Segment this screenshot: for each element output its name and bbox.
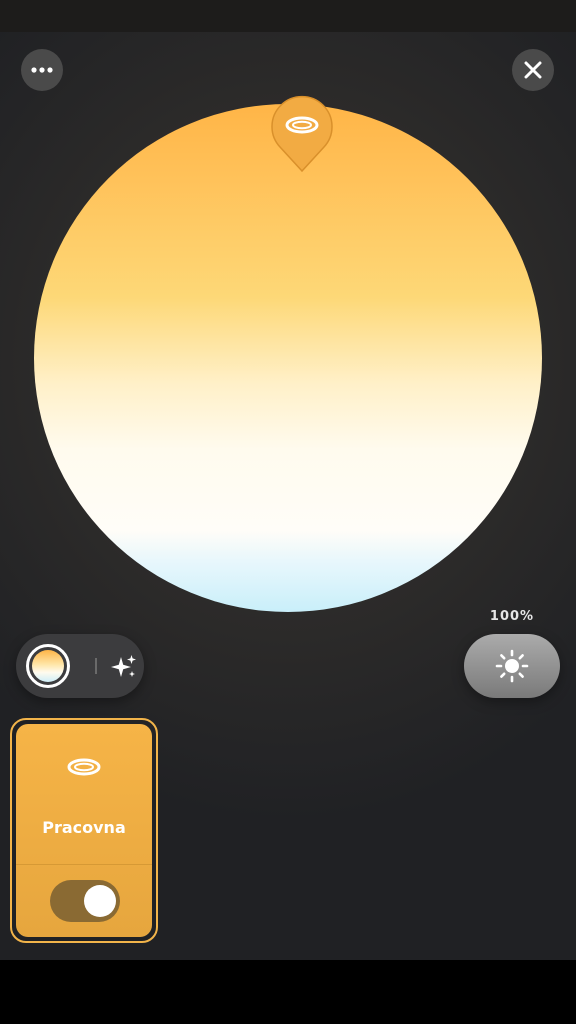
light-card-body: Pracovna xyxy=(16,724,152,937)
more-options-button[interactable] xyxy=(21,49,63,91)
color-mode-button[interactable] xyxy=(26,644,70,688)
sparkle-icon[interactable] xyxy=(110,653,138,681)
color-swatch-icon xyxy=(32,650,64,682)
ceiling-light-icon xyxy=(67,758,101,776)
close-x-icon xyxy=(524,61,542,79)
close-button[interactable] xyxy=(512,49,554,91)
light-name: Pracovna xyxy=(42,818,126,837)
light-position-pin[interactable] xyxy=(270,93,334,173)
toggle-knob xyxy=(84,885,116,917)
screen: 100% Pracovna xyxy=(0,0,576,1024)
color-picker-view: 100% Pracovna xyxy=(0,32,576,960)
mode-switch xyxy=(16,634,144,698)
brightness-percent: 100% xyxy=(489,609,535,624)
color-temperature-wheel[interactable] xyxy=(34,104,542,612)
light-power-toggle[interactable] xyxy=(50,880,120,922)
sun-icon xyxy=(495,649,529,683)
status-bar xyxy=(0,0,576,32)
navigation-bar xyxy=(0,960,576,1024)
brightness-button[interactable] xyxy=(464,634,560,698)
more-horizontal-icon xyxy=(31,67,53,73)
light-card-pracovna[interactable]: Pracovna xyxy=(10,718,158,943)
card-divider xyxy=(16,864,152,865)
mode-divider xyxy=(95,658,97,674)
